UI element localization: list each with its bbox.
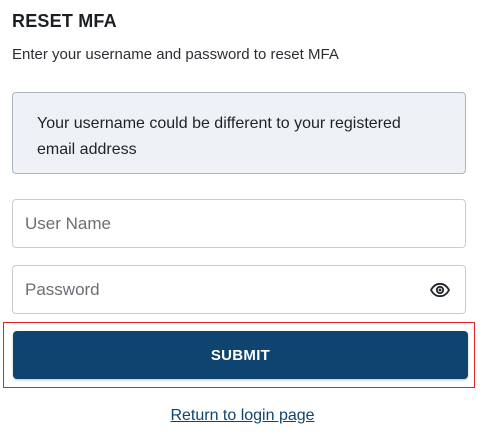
page-subtitle: Enter your username and password to rese… xyxy=(12,46,339,63)
submit-button[interactable]: SUBMIT xyxy=(13,331,468,379)
username-input[interactable] xyxy=(13,200,465,247)
submit-highlight-frame: SUBMIT xyxy=(3,322,475,388)
reset-mfa-page: RESET MFA Enter your username and passwo… xyxy=(0,0,485,443)
page-title: RESET MFA xyxy=(12,11,117,31)
username-field-container xyxy=(12,199,466,248)
return-to-login-link[interactable]: Return to login page xyxy=(0,407,485,425)
password-field-container xyxy=(12,265,466,314)
eye-icon[interactable] xyxy=(429,280,451,300)
info-message-text: Your username could be different to your… xyxy=(37,115,401,158)
password-input[interactable] xyxy=(13,266,465,313)
info-message-box: Your username could be different to your… xyxy=(12,92,466,174)
